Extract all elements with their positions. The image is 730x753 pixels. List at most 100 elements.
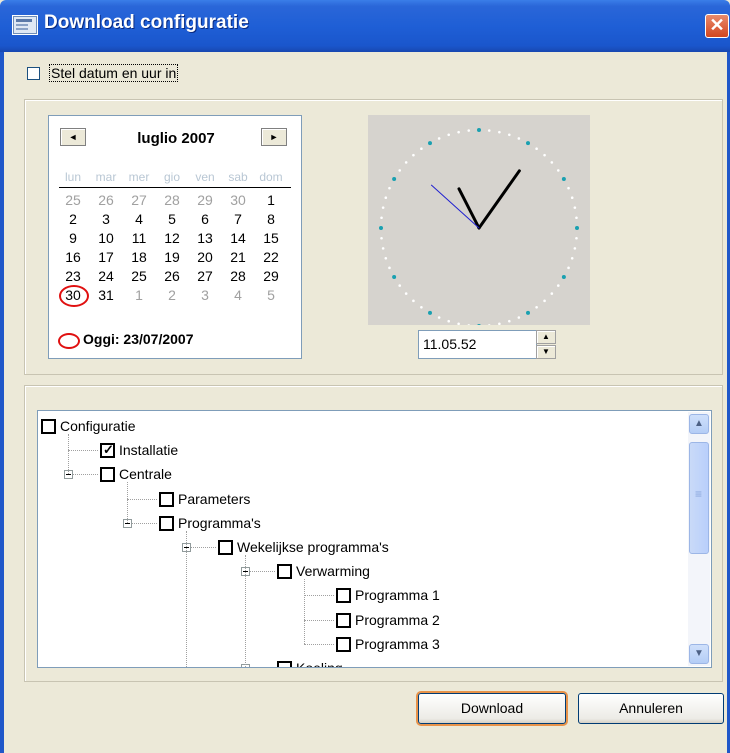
- calendar-day[interactable]: 18: [125, 249, 153, 265]
- scroll-thumb[interactable]: [689, 442, 709, 554]
- checkbox-icon[interactable]: [336, 636, 351, 652]
- clock-minute-hand: [477, 169, 521, 230]
- calendar-day[interactable]: 20: [191, 249, 219, 265]
- checkbox-icon[interactable]: [41, 419, 56, 434]
- checkbox-icon[interactable]: [159, 515, 174, 531]
- calendar-day[interactable]: 28: [224, 268, 252, 284]
- calendar-day[interactable]: 25: [125, 268, 153, 284]
- clock-tick: [561, 275, 566, 279]
- calendar-day[interactable]: 30: [224, 192, 252, 208]
- calendar-day[interactable]: 7: [224, 211, 252, 227]
- tree-connector: [304, 595, 334, 597]
- calendar-day[interactable]: 11: [125, 230, 153, 246]
- scroll-down-button[interactable]: ▼: [689, 644, 709, 664]
- time-up-button[interactable]: ▲: [536, 330, 556, 344]
- close-button[interactable]: ✕: [705, 14, 729, 38]
- time-down-button[interactable]: ▼: [536, 345, 556, 359]
- calendar-day[interactable]: 2: [59, 211, 87, 227]
- tree-node-label[interactable]: Configuratie: [60, 418, 136, 434]
- tree-node-label[interactable]: Parameters: [178, 491, 250, 507]
- clock-tick: [575, 236, 578, 240]
- next-month-button[interactable]: ►: [261, 128, 287, 146]
- scroll-up-button[interactable]: ▲: [689, 414, 709, 434]
- tree-connector: [68, 450, 98, 452]
- tree-scrollbar[interactable]: ▲ ▼: [688, 412, 710, 666]
- checkbox-icon[interactable]: [336, 612, 351, 628]
- calendar-day[interactable]: 1: [257, 192, 285, 208]
- calendar-day[interactable]: 27: [125, 192, 153, 208]
- calendar-day[interactable]: 26: [158, 268, 186, 284]
- clock-tick: [573, 206, 577, 209]
- calendar-day[interactable]: 5: [257, 287, 285, 303]
- download-button[interactable]: Download: [418, 693, 566, 724]
- tree-node-label[interactable]: Centrale: [119, 466, 172, 482]
- clock-tick: [517, 137, 521, 140]
- calendar-day[interactable]: 19: [158, 249, 186, 265]
- clock-tick: [535, 305, 538, 309]
- calendar-day[interactable]: 3: [92, 211, 120, 227]
- clock-tick: [384, 256, 388, 260]
- calendar-day[interactable]: 6: [191, 211, 219, 227]
- checkbox-icon[interactable]: [100, 467, 115, 483]
- tree-node-label[interactable]: Verwarming: [296, 563, 370, 579]
- calendar-day[interactable]: 25: [59, 192, 87, 208]
- clock-face: [379, 128, 579, 328]
- cancel-button[interactable]: Annuleren: [578, 693, 724, 724]
- calendar-day[interactable]: 2: [158, 287, 186, 303]
- tree-node-label[interactable]: Programma 1: [355, 587, 440, 603]
- checkbox-icon[interactable]: [277, 661, 292, 667]
- tree-node-label[interactable]: Programma 3: [355, 636, 440, 652]
- calendar-day[interactable]: 3: [191, 287, 219, 303]
- calendar-day[interactable]: 8: [257, 211, 285, 227]
- calendar-day[interactable]: 1: [125, 287, 153, 303]
- calendar-day[interactable]: 29: [257, 268, 285, 284]
- month-calendar[interactable]: ◄ luglio 2007 ► lun mar mer gio ven sab dom 25…: [48, 115, 302, 359]
- calendar-day[interactable]: 16: [59, 249, 87, 265]
- calendar-day[interactable]: 14: [224, 230, 252, 246]
- time-spinner[interactable]: ▲ ▼: [536, 330, 556, 359]
- calendar-day[interactable]: 31: [92, 287, 120, 303]
- calendar-day[interactable]: 23: [59, 268, 87, 284]
- clock-tick: [457, 130, 460, 134]
- calendar-day[interactable]: 27: [191, 268, 219, 284]
- clock-tick: [573, 247, 577, 250]
- set-datetime-label[interactable]: Stel datum en uur in: [49, 64, 179, 82]
- window-title: Download configuratie: [44, 12, 249, 33]
- calendar-day[interactable]: 4: [125, 211, 153, 227]
- calendar-day[interactable]: 4: [224, 287, 252, 303]
- checkbox-icon[interactable]: [277, 564, 292, 580]
- tree-node-label[interactable]: Programma 2: [355, 612, 440, 628]
- tree-node-label[interactable]: Koeling: [296, 660, 343, 667]
- calendar-day[interactable]: 17: [92, 249, 120, 265]
- calendar-day[interactable]: 21: [224, 249, 252, 265]
- clock-tick: [543, 153, 546, 157]
- tree-node-label[interactable]: Wekelijkse programma's: [237, 539, 389, 555]
- calendar-day[interactable]: 29: [191, 192, 219, 208]
- checked-checkbox-icon[interactable]: [100, 442, 115, 459]
- calendar-day[interactable]: 10: [92, 230, 120, 246]
- calendar-day[interactable]: 15: [257, 230, 285, 246]
- clock-tick: [535, 147, 538, 151]
- checkbox-icon[interactable]: [218, 540, 233, 555]
- calendar-day[interactable]: 9: [59, 230, 87, 246]
- tree-node-label[interactable]: Installatie: [119, 442, 178, 458]
- today-link[interactable]: Oggi: 23/07/2007: [83, 331, 194, 347]
- set-datetime-checkbox[interactable]: [27, 67, 40, 80]
- time-input[interactable]: 11.05.52: [418, 330, 537, 359]
- calendar-divider: [59, 187, 291, 188]
- checkbox-icon[interactable]: [159, 491, 174, 507]
- calendar-day[interactable]: 22: [257, 249, 285, 265]
- calendar-day[interactable]: 24: [92, 268, 120, 284]
- clock-tick: [575, 226, 579, 230]
- weekday-header: dom: [259, 170, 283, 184]
- calendar-day[interactable]: 12: [158, 230, 186, 246]
- calendar-day[interactable]: 5: [158, 211, 186, 227]
- tree-node-label[interactable]: Programma's: [178, 515, 261, 531]
- checkbox-icon[interactable]: [336, 588, 351, 604]
- calendar-day[interactable]: 28: [158, 192, 186, 208]
- calendar-day[interactable]: 13: [191, 230, 219, 246]
- clock-tick: [498, 322, 501, 326]
- configuration-tree[interactable]: Configuratie Installatie Centrale Parameter…: [37, 410, 712, 668]
- calendar-day[interactable]: 26: [92, 192, 120, 208]
- today-marker-icon: [58, 333, 80, 349]
